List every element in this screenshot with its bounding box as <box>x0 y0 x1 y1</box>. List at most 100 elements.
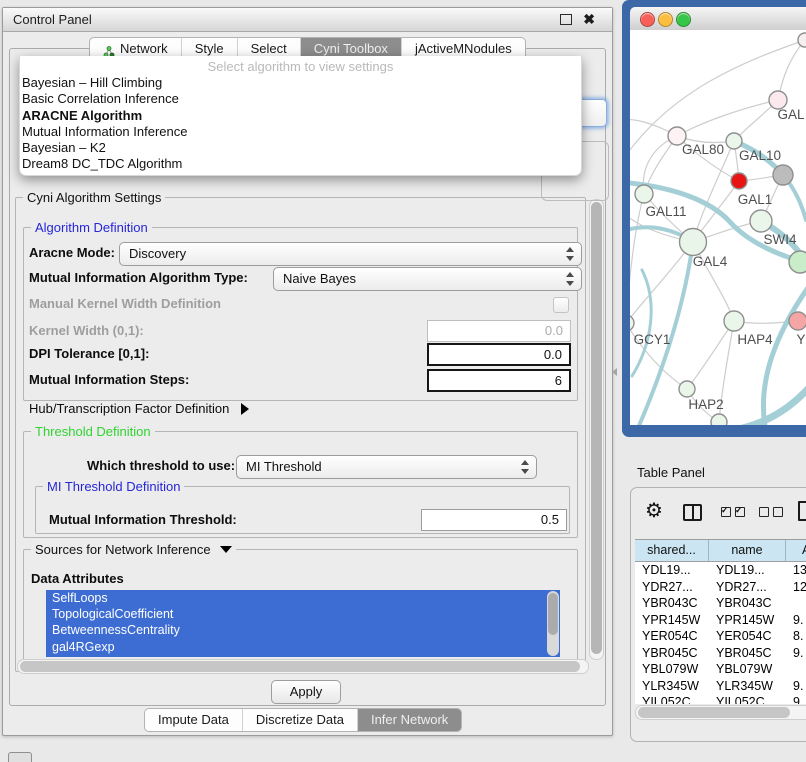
mi-threshold-field[interactable]: 0.5 <box>421 509 567 531</box>
stepper-arrows-icon <box>566 272 574 286</box>
zoom-window-button[interactable] <box>676 12 691 27</box>
apply-button[interactable]: Apply <box>271 680 341 704</box>
unchecked-box-icon <box>759 507 769 517</box>
select-all-columns-icon[interactable] <box>721 507 745 517</box>
network-node-y[interactable] <box>789 312 806 330</box>
table-horizontal-scrollbar-thumb[interactable] <box>638 707 790 718</box>
algorithm-option-bayesian-hill-climbing[interactable]: Bayesian – Hill Climbing <box>20 75 581 91</box>
tab-discretize-data[interactable]: Discretize Data <box>242 709 357 731</box>
dpi-tolerance-field[interactable]: 0.0 <box>427 343 571 366</box>
table-row[interactable]: YER054CYER054C8. <box>635 628 806 645</box>
control-panel-title: Control Panel <box>13 12 92 27</box>
tab-impute-data[interactable]: Impute Data <box>145 709 242 731</box>
network-node-gcy1[interactable] <box>630 315 634 331</box>
network-view-window[interactable]: GALGAL80GAL10GAL1GAL11SWI4GAL4GCY1HAP4YH… <box>622 0 806 437</box>
mi-steps-field[interactable]: 6 <box>427 369 571 392</box>
table-row[interactable]: YPR145WYPR145W9. <box>635 612 806 629</box>
dpi-tolerance-label: DPI Tolerance [0,1]: <box>29 346 149 362</box>
network-node[interactable] <box>798 33 806 47</box>
column-header-a[interactable]: A <box>786 540 806 561</box>
table-horizontal-scrollbar[interactable] <box>635 705 806 720</box>
mi-algorithm-type-combobox[interactable]: Naive Bayes <box>273 267 582 291</box>
node-label-gal10: GAL10 <box>739 148 781 163</box>
network-node-gal11[interactable] <box>635 185 653 203</box>
table-row[interactable]: YDL19...YDL19...13 <box>635 562 806 579</box>
minimized-widget-button[interactable] <box>8 752 32 762</box>
table-panel-title: Table Panel <box>637 465 705 480</box>
columns-icon[interactable] <box>683 504 702 521</box>
collapsed-arrow-icon[interactable] <box>241 403 249 415</box>
aracne-mode-value: Discovery <box>129 246 186 261</box>
algorithm-option-dream8-dc-tdc-algorithm[interactable]: Dream8 DC_TDC Algorithm <box>20 156 581 172</box>
close-window-button[interactable] <box>640 12 655 27</box>
network-node[interactable] <box>789 251 806 273</box>
minimize-window-button[interactable] <box>658 12 673 27</box>
column-header-name[interactable]: name <box>709 540 786 561</box>
control-panel-titlebar[interactable]: Control Panel ✖ <box>3 8 612 32</box>
column-header-shared-[interactable]: shared... <box>635 540 709 561</box>
network-node-gal1[interactable] <box>731 173 747 189</box>
algorithm-option-aracne-algorithm[interactable]: ARACNE Algorithm <box>20 108 581 124</box>
table-cell <box>786 661 806 678</box>
table-cell: YLR345W <box>635 678 709 695</box>
network-node[interactable] <box>773 165 793 185</box>
table-row[interactable]: YDR27...YDR27...12 <box>635 579 806 596</box>
network-node-gal10[interactable] <box>726 133 742 149</box>
settings-vertical-scrollbar-thumb[interactable] <box>591 202 602 654</box>
kernel-width-label: Kernel Width (0,1): <box>29 323 144 339</box>
attribute-item-topologicalcoefficient[interactable]: TopologicalCoefficient <box>46 606 560 622</box>
data-attributes-list[interactable]: SelfLoopsTopologicalCoefficientBetweenne… <box>46 590 560 657</box>
hub-transcription-factor-section[interactable]: Hub/Transcription Factor Definition <box>29 401 249 417</box>
network-node-gal4[interactable] <box>680 229 707 256</box>
table-row[interactable]: YLR345WYLR345W9. <box>635 678 806 695</box>
table-cell: YPR145W <box>635 612 709 629</box>
settings-vertical-scrollbar[interactable] <box>589 199 604 660</box>
attribute-item-gal4rgexp[interactable]: gal4RGexp <box>46 639 560 655</box>
table-row[interactable]: YBR043CYBR043C <box>635 595 806 612</box>
table-row[interactable]: YIL052CYIL052C9. <box>635 694 806 704</box>
table-cell: YBL079W <box>709 661 786 678</box>
which-threshold-value: MI Threshold <box>246 459 322 474</box>
splitter-grip[interactable] <box>612 368 617 376</box>
kernel-width-field[interactable]: 0.0 <box>427 320 571 342</box>
algorithm-option-bayesian-k2[interactable]: Bayesian – K2 <box>20 140 581 156</box>
node-label-hap4: HAP4 <box>737 332 773 347</box>
network-node-hap4[interactable] <box>724 311 744 331</box>
screen: Control Panel ✖ NetworkStyleSelectCyni T… <box>0 0 806 762</box>
settings-horizontal-scrollbar[interactable] <box>17 659 589 674</box>
gear-icon[interactable]: ⚙ <box>645 500 663 522</box>
node-label-gal11: GAL11 <box>645 204 686 219</box>
table-cell: YDL19... <box>709 562 786 579</box>
cyni-algorithm-settings-title: Cyni Algorithm Settings <box>23 190 165 205</box>
network-node-swi4[interactable] <box>750 210 772 232</box>
network-icon <box>103 43 115 55</box>
network-node[interactable] <box>711 414 727 425</box>
algorithm-option-basic-correlation-inference[interactable]: Basic Correlation Inference <box>20 91 581 107</box>
network-window-titlebar[interactable] <box>630 7 806 31</box>
deselect-all-columns-icon[interactable] <box>759 507 783 517</box>
settings-horizontal-scrollbar-thumb[interactable] <box>20 661 580 672</box>
algorithm-option-mutual-information-inference[interactable]: Mutual Information Inference <box>20 124 581 140</box>
node-label-gal1: GAL1 <box>738 192 773 207</box>
table-row[interactable]: YBL079WYBL079W <box>635 661 806 678</box>
node-attribute-table: shared...nameA YDL19...YDL19...13YDR27..… <box>635 539 806 704</box>
node-label-gal80: GAL80 <box>682 142 724 157</box>
attributes-scrollbar-thumb[interactable] <box>548 593 558 635</box>
document-icon[interactable] <box>798 501 806 521</box>
aracne-mode-combobox[interactable]: Discovery <box>119 242 582 266</box>
float-window-button[interactable] <box>560 14 572 25</box>
which-threshold-combobox[interactable]: MI Threshold <box>236 455 537 479</box>
attribute-item-selfloops[interactable]: SelfLoops <box>46 590 560 606</box>
expanded-arrow-icon[interactable] <box>220 546 232 553</box>
table-row[interactable]: YBR045CYBR045C9. <box>635 645 806 662</box>
attributes-scrollbar[interactable] <box>547 591 559 656</box>
network-node-hap2[interactable] <box>679 381 695 397</box>
attribute-item-betweennesscentrality[interactable]: BetweennessCentrality <box>46 622 560 638</box>
tab-infer-network[interactable]: Infer Network <box>357 709 461 731</box>
network-canvas[interactable]: GALGAL80GAL10GAL1GAL11SWI4GAL4GCY1HAP4YH… <box>630 30 806 425</box>
manual-kernel-width-checkbox[interactable] <box>553 297 569 313</box>
threshold-definition-title: Threshold Definition <box>31 424 155 439</box>
mi-algorithm-type-value: Naive Bayes <box>283 271 356 286</box>
close-panel-button[interactable]: ✖ <box>583 11 595 28</box>
table-cell: YPR145W <box>709 612 786 629</box>
